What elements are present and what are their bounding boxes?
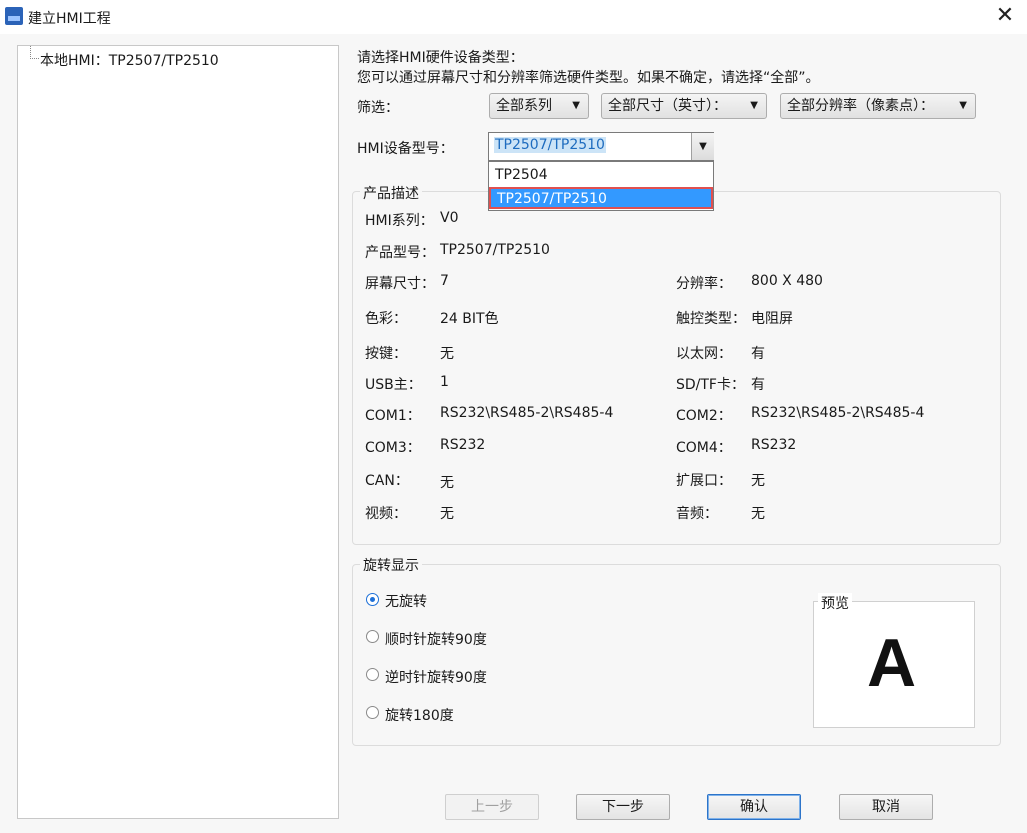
tree-item-local-hmi[interactable]: 本地HMI：TP2507/TP2510 xyxy=(40,50,219,70)
hmi-tree-panel: 本地HMI：TP2507/TP2510 xyxy=(17,45,339,819)
audio-label: 音频： xyxy=(676,506,718,522)
radio-label-rotate-ccw-90[interactable]: 逆时针旋转90度 xyxy=(385,667,487,687)
size-filter-value: 全部尺寸（英寸）： xyxy=(608,98,727,114)
screen-size-value: 7 xyxy=(440,273,449,289)
audio-value: 无 xyxy=(751,506,765,522)
com2-label: COM2： xyxy=(676,408,732,424)
color-value: 24 BIT色 xyxy=(440,311,499,327)
com1-value: RS232\RS485-2\RS485-4 xyxy=(440,405,614,421)
usb-value: 1 xyxy=(440,374,449,390)
chevron-down-icon: ▼ xyxy=(959,100,967,111)
app-icon xyxy=(5,7,23,25)
confirm-button[interactable]: 确认 xyxy=(707,794,801,820)
rotation-preview-box: A xyxy=(813,601,975,728)
touch-type-label: 触控类型： xyxy=(676,311,746,327)
device-model-select[interactable]: TP2507/TP2510 ▼ xyxy=(488,132,714,161)
touch-type-value: 电阻屏 xyxy=(751,311,793,327)
device-model-dropdown-list: TP2504 TP2507/TP2510 xyxy=(488,161,714,211)
hmi-series-value: V0 xyxy=(440,210,459,226)
dropdown-option[interactable]: TP2504 xyxy=(489,164,713,186)
expansion-port-label: 扩展口： xyxy=(676,473,732,489)
com3-value: RS232 xyxy=(440,437,486,453)
series-filter-select[interactable]: 全部系列 ▼ xyxy=(489,93,589,119)
can-value: 无 xyxy=(440,475,454,491)
series-filter-value: 全部系列 xyxy=(496,98,552,114)
video-label: 视频： xyxy=(365,506,407,522)
keys-label: 按键： xyxy=(365,346,407,362)
can-label: CAN： xyxy=(365,473,409,489)
com2-value: RS232\RS485-2\RS485-4 xyxy=(751,405,925,421)
resolution-value: 800 X 480 xyxy=(751,273,823,289)
radio-rotate-ccw-90[interactable] xyxy=(366,668,379,681)
video-value: 无 xyxy=(440,506,454,522)
preview-title: 预览 xyxy=(818,593,852,613)
color-label: 色彩： xyxy=(365,311,407,327)
product-model-value: TP2507/TP2510 xyxy=(440,242,550,258)
dropdown-option-selected[interactable]: TP2507/TP2510 xyxy=(489,187,713,209)
instruction-line-2: 您可以通过屏幕尺寸和分辨率筛选硬件类型。如果不确定，请选择“全部”。 xyxy=(357,70,820,86)
preview-letter: A xyxy=(867,625,917,701)
usb-label: USB主： xyxy=(365,377,422,393)
next-button[interactable]: 下一步 xyxy=(576,794,670,820)
ethernet-value: 有 xyxy=(751,346,765,362)
product-description-title: 产品描述 xyxy=(360,183,422,203)
chevron-down-icon[interactable]: ▼ xyxy=(691,133,714,160)
radio-label-rotate-180[interactable]: 旋转180度 xyxy=(385,705,454,725)
radio-rotate-cw-90[interactable] xyxy=(366,630,379,643)
close-button[interactable]: ✕ xyxy=(990,2,1020,30)
rotation-group-title: 旋转显示 xyxy=(360,555,422,575)
chevron-down-icon: ▼ xyxy=(572,100,580,111)
com1-label: COM1： xyxy=(365,408,421,424)
resolution-label: 分辨率： xyxy=(676,276,732,292)
prev-button[interactable]: 上一步 xyxy=(445,794,539,820)
title-bar: 建立HMI工程 ✕ xyxy=(0,0,1027,34)
chevron-down-icon: ▼ xyxy=(750,100,758,111)
tree-connector-line xyxy=(30,46,39,59)
sd-card-label: SD/TF卡： xyxy=(676,377,745,393)
expansion-port-value: 无 xyxy=(751,473,765,489)
com4-value: RS232 xyxy=(751,437,797,453)
com3-label: COM3： xyxy=(365,440,421,456)
sd-card-value: 有 xyxy=(751,377,765,393)
size-filter-select[interactable]: 全部尺寸（英寸）： ▼ xyxy=(601,93,767,119)
hmi-series-label: HMI系列： xyxy=(365,213,434,229)
radio-rotate-180[interactable] xyxy=(366,706,379,719)
radio-label-no-rotation[interactable]: 无旋转 xyxy=(385,591,427,611)
filter-label: 筛选： xyxy=(357,100,399,116)
com4-label: COM4： xyxy=(676,440,732,456)
ethernet-label: 以太网： xyxy=(676,346,732,362)
device-model-value: TP2507/TP2510 xyxy=(494,137,606,153)
keys-value: 无 xyxy=(440,346,454,362)
instruction-line-1: 请选择HMI硬件设备类型： xyxy=(357,50,524,66)
screen-size-label: 屏幕尺寸： xyxy=(365,276,435,292)
window-title: 建立HMI工程 xyxy=(28,11,111,27)
cancel-button[interactable]: 取消 xyxy=(839,794,933,820)
product-model-label: 产品型号： xyxy=(365,245,435,261)
resolution-filter-value: 全部分辨率（像素点）： xyxy=(787,98,934,114)
device-model-label: HMI设备型号： xyxy=(357,141,454,157)
radio-no-rotation[interactable] xyxy=(366,593,379,606)
radio-label-rotate-cw-90[interactable]: 顺时针旋转90度 xyxy=(385,629,487,649)
resolution-filter-select[interactable]: 全部分辨率（像素点）： ▼ xyxy=(780,93,976,119)
